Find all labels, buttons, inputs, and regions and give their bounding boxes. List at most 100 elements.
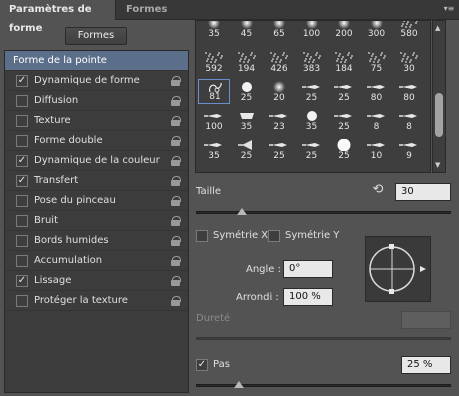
option-row[interactable]: Forme double (5, 131, 188, 151)
size-label: Taille (196, 186, 222, 197)
lock-icon[interactable] (171, 216, 181, 226)
brush-tip-cell[interactable]: 25 (296, 137, 328, 162)
brush-tip-cell[interactable]: 35 (231, 108, 263, 133)
lock-icon[interactable] (171, 116, 181, 126)
brush-tip-cell[interactable]: 75 (361, 50, 393, 75)
option-row[interactable]: Diffusion (5, 91, 188, 111)
option-checkbox[interactable]: ✓ (16, 155, 28, 167)
brush-tip-scatter-icon (396, 52, 422, 64)
reset-size-icon[interactable]: ⟲ (370, 182, 386, 198)
flip-y-checkbox[interactable] (268, 230, 280, 242)
brush-tip-cell[interactable]: 9 (393, 137, 425, 162)
brush-tip-cell[interactable]: 184 (328, 50, 360, 75)
angle-roundness-compass[interactable] (365, 236, 431, 302)
option-row[interactable]: Pose du pinceau (5, 191, 188, 211)
brush-tip-cell[interactable]: 20 (263, 79, 295, 104)
lock-icon[interactable] (171, 76, 181, 86)
brush-tip-cell[interactable]: 194 (231, 50, 263, 75)
spacing-slider-knob[interactable] (234, 381, 245, 388)
option-checkbox[interactable]: ✓ (16, 175, 28, 187)
flyout-menu-icon[interactable]: ▾≡ (443, 4, 455, 14)
lock-icon[interactable] (171, 296, 181, 306)
option-checkbox[interactable] (16, 195, 28, 207)
lock-icon[interactable] (171, 236, 181, 246)
brush-tip-cell[interactable]: 580 (393, 21, 425, 40)
brush-tip-cell[interactable]: 23 (263, 108, 295, 133)
lock-icon[interactable] (171, 156, 181, 166)
option-label: Texture (34, 115, 71, 126)
option-checkbox[interactable]: ✓ (16, 75, 28, 87)
tab-brush-settings[interactable]: Paramètres de forme (0, 0, 116, 34)
spacing-field[interactable]: 25 % (401, 356, 451, 374)
brush-tip-cell[interactable]: 383 (296, 50, 328, 75)
option-checkbox[interactable] (16, 135, 28, 147)
brush-tip-size: 20 (273, 93, 285, 103)
option-checkbox[interactable] (16, 295, 28, 307)
brush-tip-cell[interactable]: 80 (361, 79, 393, 104)
brush-tip-cell[interactable]: 35 (296, 108, 328, 133)
brush-tip-cell[interactable]: 8 (361, 108, 393, 133)
flip-x-checkbox[interactable] (196, 230, 208, 242)
option-checkbox[interactable]: ✓ (16, 275, 28, 287)
lock-icon[interactable] (171, 176, 181, 186)
scroll-up-icon[interactable]: ▲ (435, 24, 440, 32)
brush-tip-cell[interactable]: 25 (328, 137, 360, 162)
scrollbar-thumb[interactable] (435, 93, 443, 137)
angle-field[interactable]: 0° (283, 260, 333, 278)
brush-tip-cell[interactable]: 100 (296, 21, 328, 40)
option-row[interactable]: Accumulation (5, 251, 188, 271)
brush-tip-cell[interactable]: 81 (198, 79, 230, 104)
brush-tip-cell[interactable]: 35 (198, 21, 230, 40)
brush-tip-cell[interactable]: 65 (263, 21, 295, 40)
brush-tip-cell[interactable]: 25 (231, 79, 263, 104)
brush-tip-cell[interactable]: 100 (198, 108, 230, 133)
brush-tip-cell[interactable]: 25 (328, 108, 360, 133)
brush-tip-soft-icon (266, 81, 292, 93)
lock-icon[interactable] (171, 276, 181, 286)
brush-tip-cell[interactable]: 45 (231, 21, 263, 40)
lock-icon[interactable] (171, 136, 181, 146)
brush-tip-cell[interactable]: 30 (393, 50, 425, 75)
option-checkbox[interactable] (16, 95, 28, 107)
lock-icon[interactable] (171, 256, 181, 266)
brush-tip-cell[interactable]: 25 (296, 79, 328, 104)
brush-tip-cell[interactable]: 8 (393, 108, 425, 133)
lock-icon[interactable] (171, 196, 181, 206)
roundness-field[interactable]: 100 % (283, 288, 333, 306)
option-row[interactable]: Texture (5, 111, 188, 131)
option-row[interactable]: ✓ Lissage (5, 271, 188, 291)
option-row[interactable]: ✓ Transfert (5, 171, 188, 191)
option-label: Forme de la pointe (13, 55, 107, 66)
size-slider-knob[interactable] (236, 208, 247, 215)
option-row[interactable]: ✓ Dynamique de la couleur (5, 151, 188, 171)
brush-presets-button[interactable]: Formes (65, 27, 127, 45)
tab-brushes[interactable]: Formes (117, 0, 176, 20)
brush-tip-cell[interactable]: 35 (198, 137, 230, 162)
option-brush-tip-shape[interactable]: Forme de la pointe (5, 51, 188, 71)
brush-tip-cell[interactable]: 80 (393, 79, 425, 104)
option-checkbox[interactable] (16, 255, 28, 267)
brush-tip-cell[interactable]: 200 (328, 21, 360, 40)
size-slider[interactable] (196, 211, 451, 214)
brush-tip-cell[interactable]: 592 (198, 50, 230, 75)
lock-icon[interactable] (171, 96, 181, 106)
spacing-checkbox[interactable]: ✓ (196, 359, 208, 371)
brush-tip-cell[interactable]: 25 (328, 79, 360, 104)
tip-grid-scrollbar[interactable]: ▲ ▼ (432, 20, 446, 173)
option-checkbox[interactable] (16, 115, 28, 127)
option-row[interactable]: Bruit (5, 211, 188, 231)
option-checkbox[interactable] (16, 215, 28, 227)
brush-tip-cell[interactable]: 10 (361, 137, 393, 162)
brush-tip-cell[interactable]: 300 (361, 21, 393, 40)
option-row[interactable]: Bords humides (5, 231, 188, 251)
option-checkbox[interactable] (16, 235, 28, 247)
brush-tip-cell[interactable]: 25 (231, 137, 263, 162)
option-row[interactable]: Protéger la texture (5, 291, 188, 311)
size-field[interactable]: 30 (395, 183, 451, 201)
scroll-down-icon[interactable]: ▼ (435, 161, 440, 169)
option-label: Transfert (34, 175, 79, 186)
option-row[interactable]: ✓ Dynamique de forme (5, 71, 188, 91)
brush-tip-cell[interactable]: 426 (263, 50, 295, 75)
brush-tip-cell[interactable]: 25 (263, 137, 295, 162)
brush-tip-size: 592 (205, 64, 223, 74)
